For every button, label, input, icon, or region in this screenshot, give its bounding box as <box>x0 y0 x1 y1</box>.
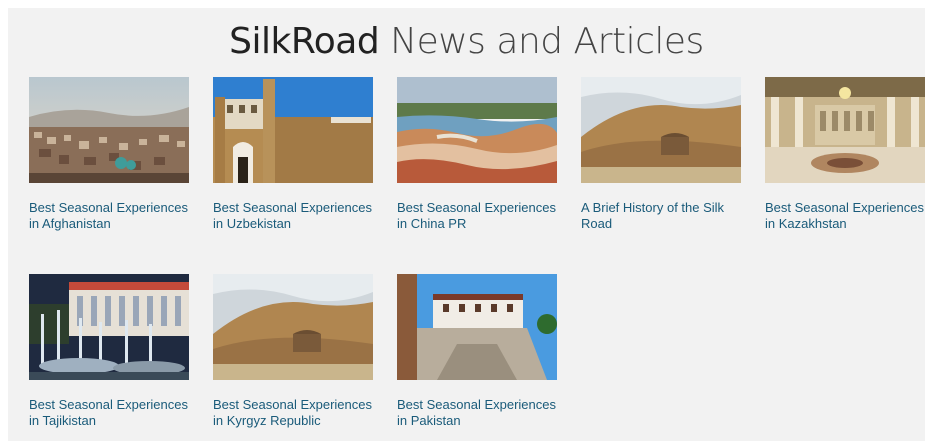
article-title[interactable]: Best Seasonal Experiences in Kyrgyz Repu… <box>213 397 373 429</box>
article-image-china[interactable] <box>397 77 557 183</box>
article-link[interactable]: Best Seasonal Experiences in Afghanistan <box>29 200 188 231</box>
article-card[interactable]: A Brief History of the Silk Road <box>581 77 741 232</box>
article-card[interactable]: Best Seasonal Experiences in Kyrgyz Repu… <box>213 274 373 429</box>
article-title[interactable]: Best Seasonal Experiences in Tajikistan <box>29 397 189 429</box>
article-card[interactable]: Best Seasonal Experiences in Afghanistan <box>29 77 189 232</box>
article-link[interactable]: Best Seasonal Experiences in Pakistan <box>397 397 556 428</box>
article-image-palace-night[interactable] <box>29 274 189 380</box>
article-card[interactable]: Best Seasonal Experiences in Pakistan <box>397 274 557 429</box>
title-rest: News and Articles <box>379 21 704 62</box>
article-title[interactable]: Best Seasonal Experiences in Kazakhstan <box>765 200 925 232</box>
article-link[interactable]: Best Seasonal Experiences in Kyrgyz Repu… <box>213 397 372 428</box>
news-panel: SilkRoad News and Articles Best Seasonal… <box>8 8 925 441</box>
article-image-palace-hall[interactable] <box>765 77 925 183</box>
article-title[interactable]: Best Seasonal Experiences in Uzbekistan <box>213 200 373 232</box>
article-link[interactable]: Best Seasonal Experiences in China PR <box>397 200 556 231</box>
article-image-khiva[interactable] <box>213 77 373 183</box>
article-title[interactable]: Best Seasonal Experiences in China PR <box>397 200 557 232</box>
article-card[interactable]: Best Seasonal Experiences in Kazakhstan <box>765 77 925 232</box>
article-title[interactable]: Best Seasonal Experiences in Pakistan <box>397 397 557 429</box>
page-title: SilkRoad News and Articles <box>8 20 925 64</box>
article-image-desert[interactable] <box>213 274 373 380</box>
article-image-desert[interactable] <box>581 77 741 183</box>
article-link[interactable]: Best Seasonal Experiences in Uzbekistan <box>213 200 372 231</box>
article-card[interactable]: Best Seasonal Experiences in China PR <box>397 77 557 232</box>
article-image-fort[interactable] <box>397 274 557 380</box>
article-image-kabul[interactable] <box>29 77 189 183</box>
article-title[interactable]: Best Seasonal Experiences in Afghanistan <box>29 200 189 232</box>
article-title[interactable]: A Brief History of the Silk Road <box>581 200 741 232</box>
article-link[interactable]: Best Seasonal Experiences in Kazakhstan <box>765 200 924 231</box>
article-link[interactable]: A Brief History of the Silk Road <box>581 200 724 231</box>
article-card[interactable]: Best Seasonal Experiences in Uzbekistan <box>213 77 373 232</box>
article-link[interactable]: Best Seasonal Experiences in Tajikistan <box>29 397 188 428</box>
title-brand: SilkRoad <box>229 21 380 62</box>
article-card[interactable]: Best Seasonal Experiences in Tajikistan <box>29 274 189 429</box>
